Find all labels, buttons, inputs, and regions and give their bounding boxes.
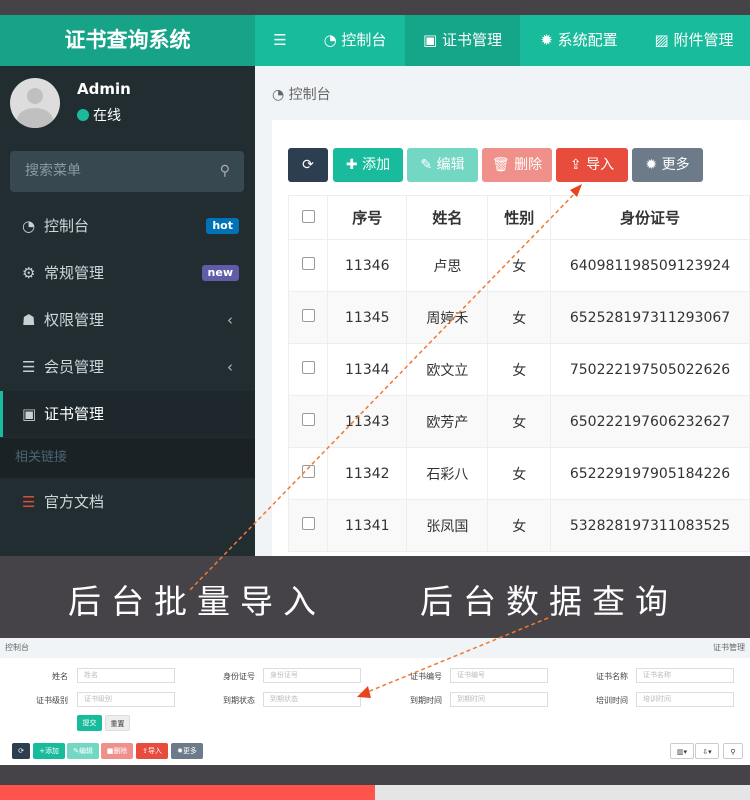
import-arrowhead [570, 184, 582, 197]
query-arrow-line [364, 617, 549, 694]
query-arrowhead [357, 686, 371, 698]
import-arrow-line [189, 189, 579, 591]
arrow-overlay [189, 184, 582, 698]
